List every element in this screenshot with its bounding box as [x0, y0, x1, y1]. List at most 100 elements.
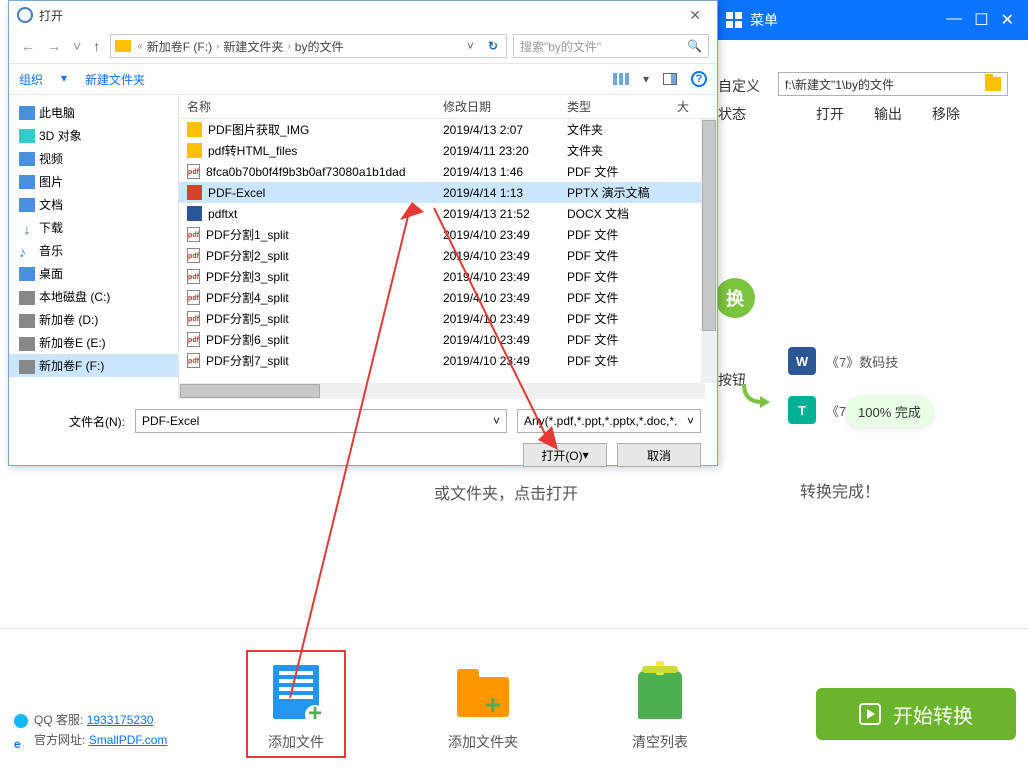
- file-icon: +: [273, 665, 319, 719]
- nav-forward-button[interactable]: →: [43, 36, 65, 56]
- file-list-header[interactable]: 名称 修改日期 类型 大: [179, 95, 717, 119]
- file-row[interactable]: PDF分割2_split2019/4/10 23:49PDF 文件: [179, 245, 717, 266]
- word-icon: W: [788, 347, 816, 375]
- clear-list-button[interactable]: 清空列表: [610, 662, 710, 752]
- header-move: 移除: [932, 104, 960, 124]
- custom-label: 自定义: [718, 76, 760, 96]
- preview-pane-button[interactable]: [663, 73, 677, 85]
- navigation-sidebar: 此电脑3D 对象视频图片文档↓下载♪音乐桌面本地磁盘 (C:)新加卷 (D:)新…: [9, 95, 179, 399]
- sidebar-icon: [19, 267, 35, 281]
- sidebar-item[interactable]: 本地磁盘 (C:): [9, 285, 178, 308]
- output-path-field[interactable]: f:\新建文"1\by的文件: [778, 72, 1008, 96]
- address-bar[interactable]: « 新加卷F (F:)› 新建文件夹› by的文件 ˅ ↻: [110, 34, 507, 58]
- footer-info: QQ 客服: 1933175230 e官方网址: SmallPDF.com: [14, 710, 167, 750]
- close-app-button[interactable]: ✕: [1001, 10, 1014, 30]
- file-row[interactable]: 8fca0b70b0f4f9b3b0af73080a1b1dad2019/4/1…: [179, 161, 717, 182]
- add-folder-button[interactable]: + 添加文件夹: [433, 662, 533, 752]
- minimize-button[interactable]: —: [946, 10, 962, 30]
- filename-input[interactable]: PDF-Excel˅: [135, 409, 507, 433]
- folder-icon: [985, 77, 1001, 91]
- folder-plus-icon: +: [457, 677, 509, 717]
- file-list: 名称 修改日期 类型 大 PDF图片获取_IMG2019/4/13 2:07文件…: [179, 95, 717, 399]
- sidebar-item[interactable]: 文档: [9, 193, 178, 216]
- header-type[interactable]: 类型: [559, 98, 669, 115]
- file-row[interactable]: PDF图片获取_IMG2019/4/13 2:07文件夹: [179, 119, 717, 140]
- header-date[interactable]: 修改日期: [435, 98, 559, 115]
- file-name: 《7》数码技: [826, 352, 898, 371]
- header-output: 输出: [874, 104, 902, 124]
- menu-label: 菜单: [750, 10, 778, 30]
- add-file-button[interactable]: + 添加文件: [246, 650, 346, 758]
- site-link[interactable]: SmallPDF.com: [89, 733, 168, 747]
- sidebar-item[interactable]: ♪音乐: [9, 239, 178, 262]
- header-size[interactable]: 大: [669, 98, 707, 115]
- clear-label: 清空列表: [610, 732, 710, 752]
- cancel-button[interactable]: 取消: [617, 443, 701, 467]
- sidebar-item[interactable]: 3D 对象: [9, 124, 178, 147]
- file-type-icon: [187, 311, 200, 326]
- file-type-icon: [187, 227, 200, 242]
- nav-back-button[interactable]: ←: [17, 36, 39, 56]
- sidebar-icon: ♪: [19, 244, 35, 258]
- organize-menu[interactable]: 组织: [19, 71, 43, 88]
- sidebar-icon: ↓: [19, 221, 35, 235]
- broom-icon: [638, 671, 682, 719]
- conversion-done-label: 转换完成！: [800, 478, 880, 502]
- sidebar-icon: [19, 129, 35, 143]
- path-text: f:\新建文"1\by的文件: [785, 76, 894, 93]
- refresh-button[interactable]: ↻: [484, 39, 502, 53]
- dialog-nav-bar: ← → ˅ ↑ « 新加卷F (F:)› 新建文件夹› by的文件 ˅ ↻ 搜索…: [9, 29, 717, 63]
- dialog-close-button[interactable]: ✕: [681, 7, 709, 24]
- sidebar-item[interactable]: 视频: [9, 147, 178, 170]
- qq-link[interactable]: 1933175230: [87, 713, 154, 727]
- view-mode-button[interactable]: [613, 73, 629, 85]
- sidebar-item[interactable]: ↓下载: [9, 216, 178, 239]
- file-row[interactable]: PDF分割3_split2019/4/10 23:49PDF 文件: [179, 266, 717, 287]
- sidebar-icon: [19, 152, 35, 166]
- file-row[interactable]: pdf转HTML_files2019/4/11 23:20文件夹: [179, 140, 717, 161]
- file-row[interactable]: PDF分割6_split2019/4/10 23:49PDF 文件: [179, 329, 717, 350]
- sidebar-item[interactable]: 图片: [9, 170, 178, 193]
- breadcrumb-p1[interactable]: 新建文件夹: [223, 38, 283, 55]
- column-headers: 状态 打开 输出 移除: [718, 104, 960, 124]
- header-name[interactable]: 名称: [179, 98, 435, 115]
- file-type-icon: [187, 164, 200, 179]
- sidebar-item[interactable]: 桌面: [9, 262, 178, 285]
- file-row[interactable]: PDF分割5_split2019/4/10 23:49PDF 文件: [179, 308, 717, 329]
- start-convert-button[interactable]: 开始转换: [816, 688, 1016, 740]
- file-row[interactable]: PDF分割1_split2019/4/10 23:49PDF 文件: [179, 224, 717, 245]
- sidebar-icon: [19, 314, 35, 328]
- breadcrumb-root[interactable]: 新加卷F (F:): [147, 38, 212, 55]
- sidebar-item[interactable]: 此电脑: [9, 101, 178, 124]
- output-file-word[interactable]: W 《7》数码技: [788, 347, 1018, 375]
- sidebar-item[interactable]: 新加卷F (F:): [9, 354, 178, 377]
- file-row[interactable]: pdftxt2019/4/13 21:52DOCX 文档: [179, 203, 717, 224]
- file-type-icon: [187, 122, 202, 137]
- sidebar-icon: [19, 291, 35, 305]
- dialog-toolbar: 组织 ▾ 新建文件夹 ▾ ?: [9, 63, 717, 95]
- filetype-select[interactable]: Any(*.pdf,*.ppt,*.pptx,*.doc,*.˅: [517, 409, 701, 433]
- file-row[interactable]: PDF分割7_split2019/4/10 23:49PDF 文件: [179, 350, 717, 371]
- file-row[interactable]: PDF分割4_split2019/4/10 23:49PDF 文件: [179, 287, 717, 308]
- horizontal-scrollbar[interactable]: [179, 383, 705, 399]
- new-folder-button[interactable]: 新建文件夹: [85, 71, 145, 88]
- conversion-arrow-icon: [742, 382, 772, 408]
- breadcrumb-p2[interactable]: by的文件: [295, 38, 344, 55]
- add-file-label: 添加文件: [248, 732, 344, 752]
- open-button[interactable]: 打开(O) ▾: [523, 443, 607, 467]
- address-dropdown[interactable]: ˅: [461, 39, 480, 53]
- help-button[interactable]: ?: [691, 71, 707, 87]
- nav-recent-button[interactable]: ˅: [69, 36, 85, 56]
- maximize-button[interactable]: ☐: [974, 10, 988, 30]
- play-icon: [859, 703, 881, 725]
- file-type-icon: [187, 185, 202, 200]
- sidebar-item[interactable]: 新加卷E (E:): [9, 331, 178, 354]
- folder-icon: [115, 40, 131, 52]
- file-type-icon: [187, 248, 200, 263]
- menu-button[interactable]: 菜单: [726, 10, 778, 30]
- search-input[interactable]: 搜索"by的文件" 🔍: [513, 34, 709, 58]
- file-row[interactable]: PDF-Excel2019/4/14 1:13PPTX 演示文稿: [179, 182, 717, 203]
- nav-up-button[interactable]: ↑: [89, 36, 104, 56]
- sidebar-item[interactable]: 新加卷 (D:): [9, 308, 178, 331]
- vertical-scrollbar[interactable]: [701, 119, 717, 383]
